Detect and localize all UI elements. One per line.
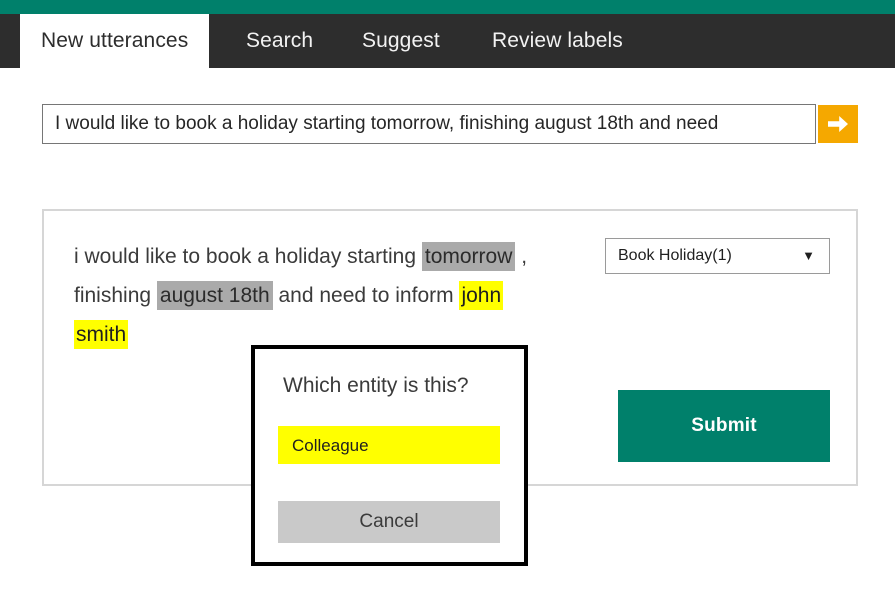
- tab-bar: New utterances Search Suggest Review lab…: [0, 14, 895, 68]
- utterance-entry-row: [42, 104, 858, 144]
- tab-label: New utterances: [41, 29, 189, 52]
- top-accent-bar: [0, 0, 895, 14]
- tab-label: Suggest: [362, 29, 440, 52]
- utterance-input[interactable]: [42, 104, 816, 144]
- tab-label: Search: [246, 29, 314, 52]
- cancel-button[interactable]: Cancel: [278, 501, 500, 543]
- submit-utterance-button[interactable]: [818, 105, 858, 143]
- chevron-down-icon: ▼: [802, 248, 815, 263]
- tab-suggest[interactable]: Suggest: [362, 14, 440, 68]
- intent-dropdown-value: Book Holiday(1): [618, 247, 732, 264]
- tab-search[interactable]: Search: [246, 14, 313, 68]
- utterance-token-list[interactable]: i would like to book a holiday starting …: [74, 237, 544, 354]
- tab-new-utterances[interactable]: New utterances: [20, 14, 210, 68]
- entity-picker-modal: Which entity is this? Colleague Cancel: [251, 345, 528, 566]
- modal-title: Which entity is this?: [283, 374, 469, 397]
- token-entity-august-18th[interactable]: august 18th: [156, 281, 273, 310]
- entity-option-colleague[interactable]: Colleague: [278, 426, 500, 464]
- token-entity-tomorrow[interactable]: tomorrow: [421, 242, 516, 271]
- submit-button[interactable]: Submit: [618, 390, 830, 462]
- arrow-right-icon: [826, 113, 850, 135]
- intent-dropdown[interactable]: Book Holiday(1) ▼: [605, 238, 830, 274]
- token-text[interactable]: and need to inform: [273, 282, 460, 309]
- token-text[interactable]: i would like to book a holiday starting: [74, 243, 422, 270]
- tab-label: Review labels: [492, 29, 623, 52]
- tab-review-labels[interactable]: Review labels: [492, 14, 623, 68]
- token-entity-smith[interactable]: smith: [74, 320, 129, 349]
- token-entity-john[interactable]: john: [459, 281, 504, 310]
- intent-dropdown-wrapper: Book Holiday(1) ▼: [605, 238, 830, 274]
